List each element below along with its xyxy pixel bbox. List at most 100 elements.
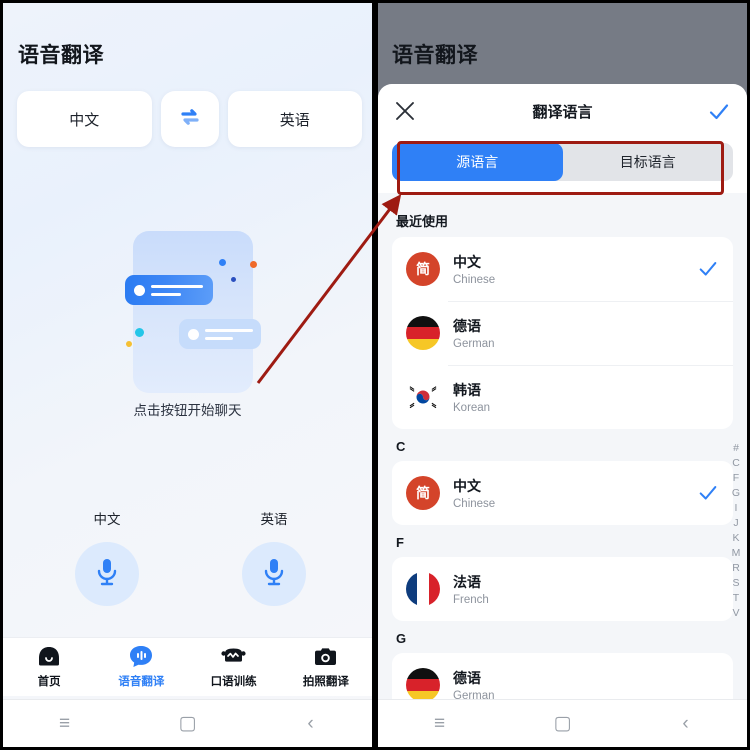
swap-languages-button[interactable] [160,91,219,147]
alpha-index-item[interactable]: F [733,472,739,485]
check-icon [697,482,719,504]
language-name-cn: 韩语 [453,382,481,398]
camera-icon [280,645,372,668]
home-icon[interactable]: ▢ [148,712,228,735]
germany-flag [406,316,440,350]
sheet-title: 翻译语言 [532,103,593,121]
sheet-header: 翻译语言 [378,84,747,138]
swap-horizontal-icon [179,106,201,133]
page-title: 语音翻译 [18,44,104,67]
germany-flag [406,668,440,699]
alpha-index-item[interactable]: V [732,607,739,620]
mic-source-label: 中文 [93,512,121,527]
recents-icon[interactable]: ≡ [25,713,105,735]
decor-dot-cyan [135,328,144,337]
language-name-cn: 德语 [453,670,481,686]
mic-button-source[interactable]: 中文 [32,508,182,606]
alpha-index-item[interactable]: S [732,577,739,590]
list-item-text: 中文 Chinese [453,476,697,510]
chat-bubble-incoming [179,319,261,349]
cn-simplified-badge: 简 [406,252,440,286]
mic-target-circle[interactable] [242,542,306,606]
segmented-control-zone: 源语言 目标语言 [378,138,747,193]
language-name-cn: 中文 [453,254,481,270]
tab-photo-translate-label: 拍照翻译 [302,676,349,688]
right-phone-panel: 语音翻译 翻译语言 源语言 目标语言 最近使用 简 中文 Chinese 德语 … [375,0,750,750]
tab-voice-translate-label: 语音翻译 [118,676,165,688]
chat-illustration-phone [133,231,253,393]
list-item[interactable]: 韩语 Korean [392,365,733,429]
mic-source-circle[interactable] [75,542,139,606]
translate-language-sheet: 翻译语言 源语言 目标语言 最近使用 简 中文 Chinese 德语 Germa… [378,84,747,699]
tab-speaking-practice-label: 口语训练 [210,676,257,688]
alphabet-index[interactable]: # C F G I J K M R S T V [728,442,744,620]
list-item[interactable]: 简 中文 Chinese [392,237,733,301]
language-list[interactable]: 最近使用 简 中文 Chinese 德语 German 韩语 Korean C … [378,201,747,699]
target-language-button[interactable]: 英语 [227,91,362,147]
mic-target-label: 英语 [260,512,288,527]
list-item-text: 中文 Chinese [453,252,697,286]
alpha-index-item[interactable]: J [733,517,738,530]
back-icon[interactable]: ‹ [646,713,726,735]
tab-target-language[interactable]: 目标语言 [563,143,734,181]
home-robot-icon [3,645,95,668]
language-name-cn: 法语 [453,574,481,590]
alpha-index-item[interactable]: T [733,592,739,605]
check-icon [697,258,719,280]
list-item-text: 法语 French [453,572,719,606]
tab-speaking-practice[interactable]: 口语训练 [188,645,280,689]
list-item[interactable]: 德语 German [392,301,733,365]
tab-home[interactable]: 首页 [3,645,95,689]
back-icon[interactable]: ‹ [271,713,351,735]
list-item-text: 德语 German [453,316,719,350]
recents-icon[interactable]: ≡ [400,713,480,735]
tab-photo-translate[interactable]: 拍照翻译 [280,645,372,689]
source-language-button[interactable]: 中文 [17,91,152,147]
alpha-index-item[interactable]: R [732,562,740,575]
android-system-nav: ≡ ▢ ‹ [3,699,372,747]
france-flag [406,572,440,606]
section-card-f: 法语 French [392,557,733,621]
alpha-index-item[interactable]: G [732,487,740,500]
list-item[interactable]: 德语 German [392,653,733,699]
mic-button-target[interactable]: 英语 [199,508,349,606]
tab-home-label: 首页 [37,676,61,688]
alpha-index-item[interactable]: # [733,442,739,455]
tab-voice-translate[interactable]: 语音翻译 [95,645,187,689]
close-icon[interactable] [394,100,416,122]
chat-bubble-outgoing [125,275,213,305]
section-card-recent: 简 中文 Chinese 德语 German 韩语 Korean [392,237,733,429]
check-icon[interactable] [707,100,731,124]
speech-train-icon [188,645,280,668]
list-item-text: 韩语 Korean [453,380,719,414]
cn-simplified-badge: 简 [406,476,440,510]
list-item[interactable]: 法语 French [392,557,733,621]
language-selector-row: 中文 英语 [17,91,362,147]
section-header-c: C [396,439,406,454]
language-name-en: German [453,690,495,699]
section-header-recent: 最近使用 [396,214,449,229]
chat-hint-text: 点击按钮开始聊天 [133,403,242,418]
section-card-g: 德语 German [392,653,733,699]
android-system-nav: ≡ ▢ ‹ [378,699,747,747]
language-name-en: French [453,594,489,606]
language-name-en: Chinese [453,498,496,510]
decor-dot-navy [231,277,236,282]
screenshot-root: 语音翻译 中文 英语 点击按钮开始聊天 中文 英语 首页 语音翻译 口语训练 拍… [0,0,750,750]
section-card-c: 简 中文 Chinese [392,461,733,525]
list-item[interactable]: 简 中文 Chinese [392,461,733,525]
korea-flag [406,380,440,414]
alpha-index-item[interactable]: K [732,532,739,545]
alpha-index-item[interactable]: M [732,547,741,560]
language-name-en: Chinese [453,274,496,286]
language-name-en: Korean [453,402,491,414]
microphone-icon [261,557,287,592]
alpha-index-item[interactable]: I [735,502,738,515]
left-phone-panel: 语音翻译 中文 英语 点击按钮开始聊天 中文 英语 首页 语音翻译 口语训练 拍… [0,0,375,750]
microphone-icon [94,557,120,592]
alpha-index-item[interactable]: C [732,457,740,470]
tab-source-language[interactable]: 源语言 [392,143,563,181]
home-icon[interactable]: ▢ [523,712,603,735]
decor-dot-blue [219,259,226,266]
bottom-tab-bar: 首页 语音翻译 口语训练 拍照翻译 [3,637,372,696]
